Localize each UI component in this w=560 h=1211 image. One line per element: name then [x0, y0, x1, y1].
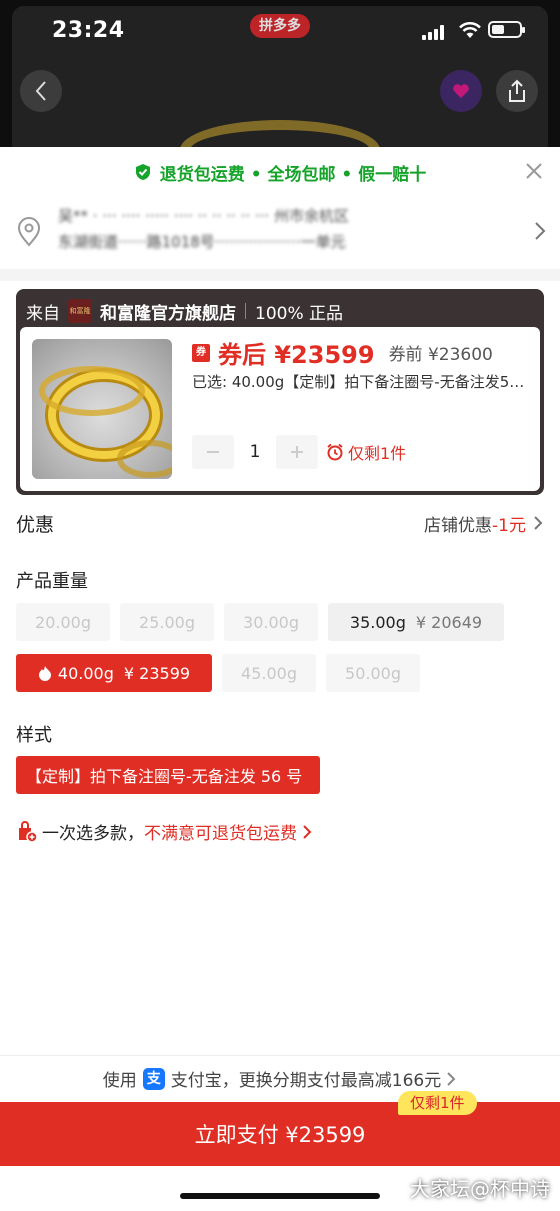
decrease-button[interactable]	[192, 435, 234, 469]
share-button[interactable]	[496, 70, 538, 112]
alipay-text: 支付宝，更换分期支付最高减166元	[170, 1071, 442, 1091]
plus-icon	[291, 446, 303, 458]
quantity-stepper: 1 仅剩1件	[192, 435, 406, 469]
address-row[interactable]: 吴** · ··· ···· ····· ···· ·· ·· ·· ·· ··…	[0, 199, 560, 269]
discount-row[interactable]: 优惠 店铺优惠 -1元	[16, 507, 544, 539]
store-card: 来自 和富隆 和富隆官方旗舰店 100% 正品 券 券后 ¥23599 券前 ¥…	[16, 289, 544, 495]
watermark: 大家坛@杯中诗	[410, 1177, 550, 1201]
chevron-right-icon	[535, 222, 546, 240]
flame-icon	[38, 666, 51, 681]
location-pin-icon	[17, 217, 41, 247]
shield-check-icon	[135, 164, 150, 180]
wifi-icon	[459, 22, 481, 38]
quantity-value[interactable]: 1	[234, 442, 276, 462]
battery-icon	[488, 21, 525, 38]
refund-text: 一次选多款，	[42, 824, 144, 844]
home-indicator[interactable]	[180, 1193, 380, 1199]
price-before-coupon: 券前 ¥23600	[388, 345, 493, 365]
weight-options-row-1: 20.00g 25.00g 30.00g 35.00g ¥ 20649	[16, 603, 504, 641]
chevron-right-icon	[534, 516, 543, 530]
bag-plus-icon	[19, 820, 38, 843]
stock-badge: 仅剩1件	[398, 1091, 477, 1115]
chevron-right-icon	[447, 1071, 456, 1086]
store-header[interactable]: 来自 和富隆 和富隆官方旗舰店 100% 正品	[26, 295, 343, 327]
weight-option[interactable]: 25.00g	[120, 603, 214, 641]
refund-highlight: 不满意可退货包运费	[144, 824, 297, 844]
price-row: 券 券后 ¥23599 券前 ¥23600	[192, 335, 493, 370]
checkout-page: 23:24 拼多多 退货包运费 • 全场包邮 • 假一赔十 吴** · ··· …	[0, 0, 560, 1211]
alipay-prefix: 使用	[102, 1071, 137, 1091]
pay-now-label: 立即支付 ¥23599	[194, 1123, 366, 1147]
address-line-2: 东湖街道······路1018号··················一单元	[58, 233, 346, 251]
promo-bar: 退货包运费 • 全场包邮 • 假一赔十	[0, 147, 560, 197]
chevron-right-icon	[303, 824, 312, 839]
share-icon	[509, 79, 525, 102]
style-option-selected[interactable]: 【定制】拍下备注圈号-无备注发 56 号	[16, 756, 321, 794]
store-logo: 和富隆	[68, 299, 92, 323]
alarm-clock-icon	[327, 443, 343, 461]
refund-row[interactable]: 一次选多款， 不满意可退货包运费	[16, 819, 313, 844]
weight-option-selected[interactable]: 40.00g ¥ 23599	[16, 654, 212, 692]
heart-icon	[453, 84, 469, 98]
close-icon[interactable]	[524, 161, 544, 181]
stock-notice: 仅剩1件	[326, 440, 406, 464]
promo-text: 退货包运费 • 全场包邮 • 假一赔十	[159, 164, 427, 185]
chevron-left-icon	[35, 81, 46, 101]
status-bar: 23:24 拼多多	[0, 0, 560, 62]
price-after-coupon: 券后 ¥23599	[218, 341, 375, 369]
alipay-icon: 支	[142, 1067, 165, 1090]
coupon-icon: 券	[192, 343, 210, 362]
weight-option[interactable]: 50.00g	[326, 654, 420, 692]
stock-text: 仅剩1件	[348, 444, 407, 463]
increase-button[interactable]	[276, 435, 318, 469]
weight-option[interactable]: 35.00g ¥ 20649	[328, 603, 504, 641]
gold-bangle-icon	[39, 366, 172, 478]
store-from-label: 来自	[26, 303, 60, 324]
minus-icon	[207, 451, 219, 453]
product-summary: 券 券后 ¥23599 券前 ¥23600 已选: 40.00g【定制】拍下备注…	[20, 327, 540, 491]
weight-option[interactable]: 20.00g	[16, 603, 110, 641]
pay-now-button[interactable]: 立即支付 ¥23599	[0, 1102, 560, 1166]
weight-option[interactable]: 30.00g	[224, 603, 318, 641]
weight-option[interactable]: 45.00g	[222, 654, 316, 692]
checkout-sheet: 退货包运费 • 全场包邮 • 假一赔十 吴** · ··· ···· ·····…	[0, 147, 560, 1211]
store-name: 和富隆官方旗舰店	[100, 303, 236, 324]
alipay-row[interactable]: 使用 支 支付宝，更换分期支付最高减166元	[0, 1055, 560, 1101]
app-tag: 拼多多	[250, 14, 310, 38]
address-line-1: 吴** · ··· ···· ····· ···· ·· ·· ·· ·· ··…	[58, 207, 349, 225]
weight-title: 产品重量	[16, 571, 88, 592]
back-button[interactable]	[20, 70, 62, 112]
style-title: 样式	[16, 725, 52, 746]
favorite-button[interactable]	[440, 70, 482, 112]
product-thumbnail[interactable]	[32, 339, 172, 479]
signal-icon	[422, 24, 448, 40]
selected-spec: 已选: 40.00g【定制】拍下备注圈号-无备注发56号	[192, 373, 532, 391]
discount-label: 优惠	[16, 513, 55, 536]
shop-discount-amount: -1元	[492, 515, 526, 536]
status-time: 23:24	[52, 18, 125, 43]
shop-discount-label: 店铺优惠	[424, 515, 493, 536]
authentic-label: 100% 正品	[255, 303, 344, 324]
weight-options-row-2: 40.00g ¥ 23599 45.00g 50.00g	[16, 654, 420, 692]
